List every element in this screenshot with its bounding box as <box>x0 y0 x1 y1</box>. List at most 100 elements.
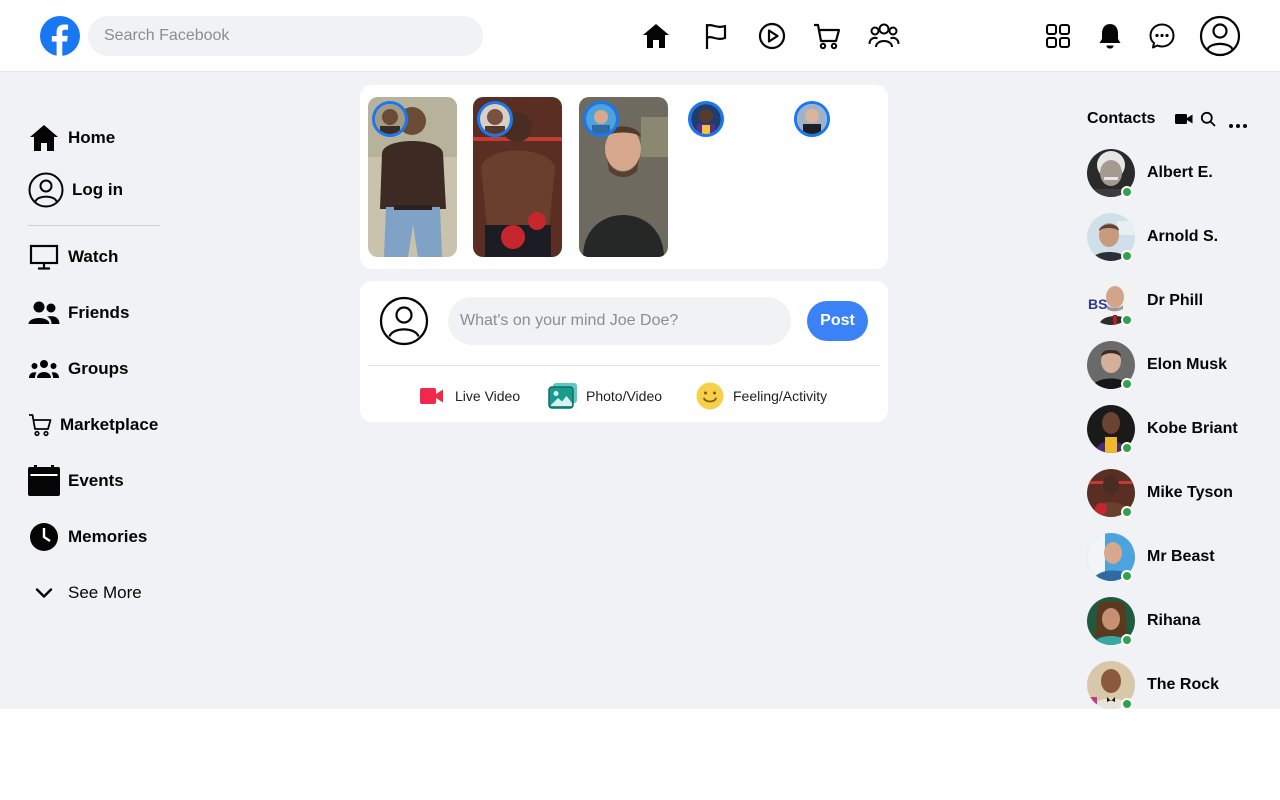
contact-item[interactable]: Mike Tyson <box>1087 469 1277 518</box>
sidebar-item-see-more[interactable]: See More <box>28 575 142 611</box>
contact-name: Rihana <box>1147 612 1201 629</box>
contacts-title: Contacts <box>1087 110 1156 127</box>
messenger-icon[interactable] <box>1146 20 1178 52</box>
online-status-dot <box>1121 506 1133 518</box>
contact-name: The Rock <box>1147 676 1220 693</box>
contact-avatar <box>1087 597 1135 646</box>
user-avatar-icon <box>379 296 429 346</box>
sidebar-item-events[interactable]: Events <box>28 463 124 499</box>
photo-video-button[interactable]: Photo/Video <box>548 381 662 411</box>
contact-item[interactable]: Albert E. <box>1087 149 1277 198</box>
contact-name: Elon Musk <box>1147 356 1228 373</box>
sidebar-item-label: Groups <box>68 359 129 378</box>
video-camera-icon[interactable] <box>1175 112 1193 126</box>
action-label: Live Video <box>455 388 521 404</box>
cart-icon[interactable] <box>811 20 843 52</box>
bell-icon[interactable] <box>1094 20 1126 52</box>
more-icon[interactable] <box>1228 116 1248 128</box>
sidebar-item-memories[interactable]: Memories <box>28 519 147 555</box>
profile-icon[interactable] <box>1199 15 1241 57</box>
search-input[interactable] <box>88 16 483 56</box>
friends-icon <box>28 297 60 329</box>
contact-avatar <box>1087 341 1135 390</box>
calendar-icon <box>28 465 60 497</box>
sidebar-item-groups[interactable]: Groups <box>28 351 128 387</box>
online-status-dot <box>1121 634 1133 646</box>
user-circle-icon <box>28 172 64 208</box>
contact-avatar <box>1087 469 1135 518</box>
feeling-activity-button[interactable]: Feeling/Activity <box>695 381 827 411</box>
top-navbar <box>0 0 1280 72</box>
sidebar-item-label: Home <box>68 128 116 147</box>
cart-icon <box>26 409 54 441</box>
facebook-logo[interactable] <box>40 16 80 56</box>
contact-name: Mike Tyson <box>1147 484 1233 501</box>
contact-item[interactable]: Arnold S. <box>1087 213 1277 262</box>
home-icon[interactable] <box>640 20 672 52</box>
online-status-dot <box>1121 250 1133 262</box>
contact-item[interactable]: BS Dr Phill <box>1087 277 1277 326</box>
contacts-header: Contacts <box>1087 108 1257 130</box>
contact-item[interactable]: The Rock <box>1087 661 1277 710</box>
sidebar-item-label: Friends <box>68 303 130 322</box>
contact-name: Kobe Briant <box>1147 420 1238 437</box>
play-icon[interactable] <box>756 20 788 52</box>
sidebar-item-marketplace[interactable]: Marketplace <box>26 407 158 443</box>
contact-item[interactable]: Kobe Briant <box>1087 405 1277 454</box>
contact-name: Dr Phill <box>1147 292 1204 309</box>
story-card[interactable] <box>368 97 457 257</box>
photo-icon <box>548 381 578 411</box>
contact-avatar <box>1087 661 1135 710</box>
svg-text:BS: BS <box>1088 296 1107 312</box>
sidebar-divider <box>28 225 160 226</box>
clock-icon <box>28 521 60 553</box>
sidebar-item-label: See More <box>68 583 142 602</box>
live-video-button[interactable]: Live Video <box>417 381 520 411</box>
sidebar-item-login[interactable]: Log in <box>28 172 123 208</box>
contact-item[interactable]: Elon Musk <box>1087 341 1277 390</box>
story-card[interactable] <box>579 97 668 257</box>
contact-item[interactable]: Rihana <box>1087 597 1277 646</box>
home-icon <box>28 122 60 154</box>
story-avatar[interactable] <box>794 101 830 137</box>
chevron-down-icon <box>28 577 60 609</box>
sidebar-item-label: Marketplace <box>60 415 159 434</box>
stories-panel <box>360 85 888 269</box>
sidebar-item-label: Watch <box>68 247 119 266</box>
sidebar-item-label: Events <box>68 471 124 490</box>
video-icon <box>417 381 447 411</box>
smile-icon <box>695 381 725 411</box>
contact-avatar: BS <box>1087 277 1135 326</box>
contact-name: Mr Beast <box>1147 548 1215 565</box>
post-composer: Post Live Video Photo/Video Feeling/Acti… <box>360 281 888 422</box>
story-card[interactable] <box>473 97 562 257</box>
post-button[interactable]: Post <box>807 301 868 341</box>
action-label: Photo/Video <box>586 388 663 404</box>
online-status-dot <box>1121 186 1133 198</box>
story-avatar <box>372 101 408 137</box>
search-icon[interactable] <box>1200 111 1216 127</box>
story-avatar <box>583 101 619 137</box>
action-label: Feeling/Activity <box>733 388 828 404</box>
groups-icon[interactable] <box>868 20 900 52</box>
contact-avatar <box>1087 213 1135 262</box>
composer-divider <box>368 365 880 366</box>
flag-icon[interactable] <box>700 20 732 52</box>
sidebar-item-watch[interactable]: Watch <box>28 239 118 275</box>
groups-icon <box>28 353 60 385</box>
online-status-dot <box>1121 442 1133 454</box>
online-status-dot <box>1121 314 1133 326</box>
menu-grid-icon[interactable] <box>1042 20 1074 52</box>
status-input[interactable] <box>448 297 791 345</box>
sidebar-item-friends[interactable]: Friends <box>28 295 129 331</box>
online-status-dot <box>1121 698 1133 710</box>
contact-avatar <box>1087 405 1135 454</box>
sidebar-item-label: Log in <box>72 180 123 199</box>
sidebar-item-home[interactable]: Home <box>28 120 115 156</box>
contact-item[interactable]: Mr Beast <box>1087 533 1277 582</box>
online-status-dot <box>1121 378 1133 390</box>
contact-name: Arnold S. <box>1147 228 1219 245</box>
online-status-dot <box>1121 570 1133 582</box>
story-avatar[interactable] <box>688 101 724 137</box>
page-background: Home Log in Watch Friends Groups <box>0 0 1280 710</box>
